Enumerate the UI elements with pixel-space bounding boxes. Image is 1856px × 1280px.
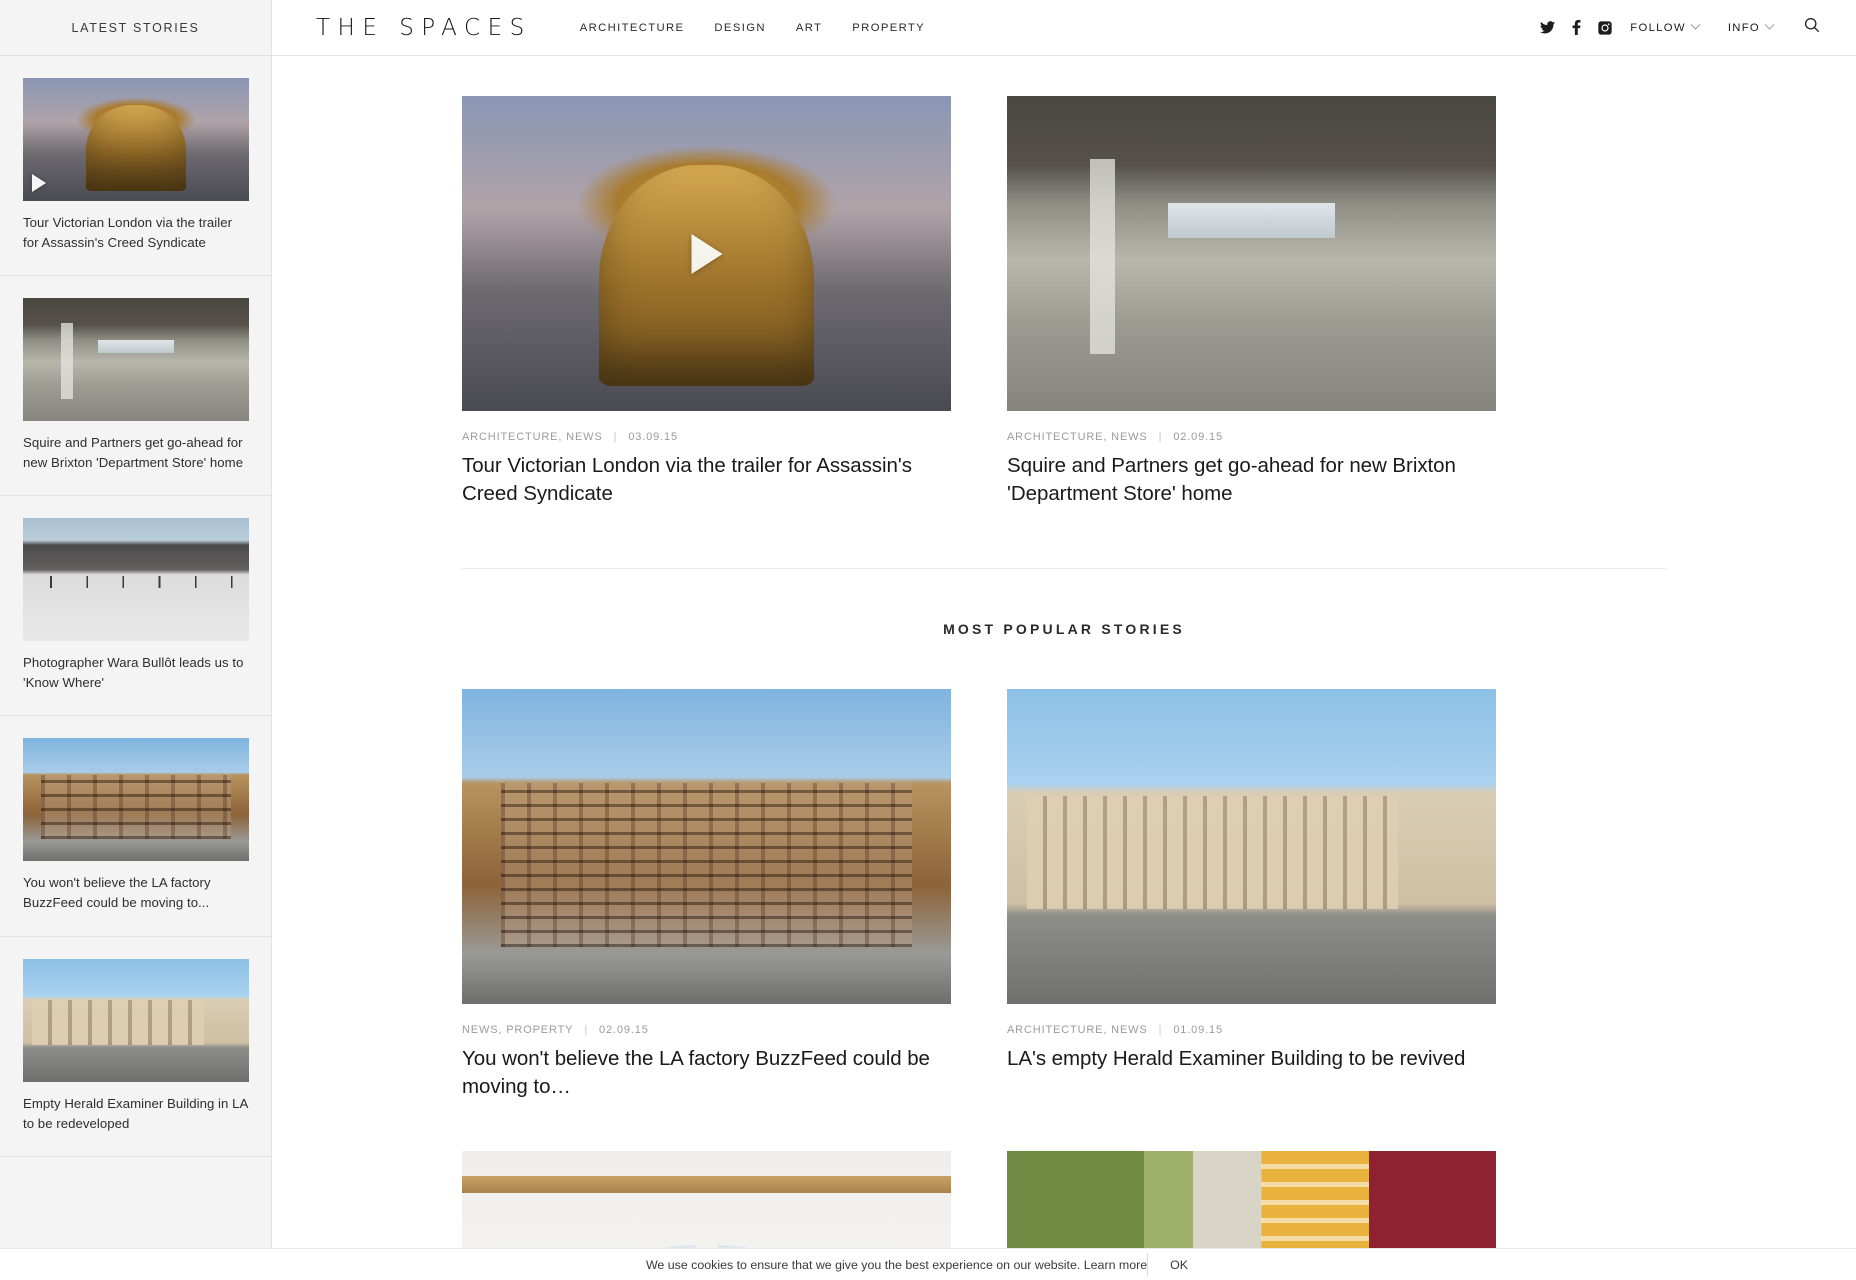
story-image[interactable] (462, 96, 951, 411)
sidebar-thumbnail[interactable] (23, 518, 249, 642)
sidebar-story-title[interactable]: You won't believe the LA factory BuzzFee… (23, 873, 248, 913)
brixton-empty-interior-thumbnail (23, 298, 249, 422)
site-header: THE SPACES ARCHITECTURE DESIGN ART PROPERTY… (272, 0, 1856, 56)
main-content: ARCHITECTURE, NEWS | 03.09.15 Tour Victoria… (272, 56, 1856, 1280)
latest-stories-sidebar: LATEST STORIES Tour Victorian London via… (0, 0, 272, 1280)
sidebar-story-title[interactable]: Squire and Partners get go-ahead for new… (23, 433, 248, 473)
sidebar-story-list: Tour Victorian London via the trailer fo… (0, 56, 271, 1157)
la-factory-buzzfeed-hero (462, 688, 951, 1004)
cookie-consent-bar: We use cookies to ensure that we give yo… (0, 1248, 1856, 1280)
header-right-tools: FOLLOW INFO (1539, 17, 1820, 38)
twitter-icon[interactable] (1539, 20, 1555, 36)
nav-item-art[interactable]: ART (796, 22, 822, 34)
story-card[interactable]: ARCHITECTURE, NEWS | 03.09.15 Tour Victoria… (462, 96, 951, 509)
story-categories[interactable]: ARCHITECTURE, NEWS (462, 431, 603, 443)
story-card[interactable]: ARCHITECTURE, NEWS | 01.09.15 LA's empty He… (1007, 688, 1496, 1102)
herald-examiner-building-thumbnail (23, 958, 249, 1082)
story-meta: ARCHITECTURE, NEWS | 02.09.15 (1007, 431, 1496, 443)
cookie-ok-button[interactable]: OK (1147, 1252, 1210, 1277)
story-image[interactable] (1007, 96, 1496, 411)
search-icon[interactable] (1804, 17, 1820, 38)
nav-item-design[interactable]: DESIGN (714, 22, 765, 34)
brixton-empty-interior-hero (1007, 96, 1496, 411)
sidebar-story-title[interactable]: Empty Herald Examiner Building in LA to … (23, 1094, 248, 1134)
sidebar-thumbnail[interactable] (23, 78, 249, 201)
sidebar-story-item[interactable]: Squire and Partners get go-ahead for new… (0, 276, 271, 497)
herald-examiner-building-hero (1007, 688, 1496, 1004)
sidebar-story-item[interactable]: Photographer Wara Bullôt leads us to 'Kn… (0, 496, 271, 717)
story-date: 03.09.15 (628, 431, 678, 443)
story-headline[interactable]: You won't believe the LA factory BuzzFee… (462, 1045, 951, 1102)
sidebar-header: LATEST STORIES (0, 0, 271, 56)
story-headline[interactable]: LA's empty Herald Examiner Building to b… (1007, 1045, 1496, 1073)
story-categories[interactable]: ARCHITECTURE, NEWS (1007, 1024, 1148, 1036)
story-meta: NEWS, PROPERTY | 02.09.15 (462, 1024, 951, 1036)
sidebar-story-item[interactable]: You won't believe the LA factory BuzzFee… (0, 716, 271, 937)
section-divider (462, 567, 1666, 569)
sidebar-story-item[interactable]: Empty Herald Examiner Building in LA to … (0, 937, 271, 1157)
story-date: 01.09.15 (1173, 1023, 1223, 1036)
meta-separator: | (584, 1023, 589, 1036)
story-headline[interactable]: Squire and Partners get go-ahead for new… (1007, 452, 1496, 509)
story-meta: ARCHITECTURE, NEWS | 01.09.15 (1007, 1024, 1496, 1036)
chevron-down-icon (1764, 19, 1775, 30)
la-factory-buzzfeed-thumbnail (23, 738, 249, 862)
assassins-creed-dome-thumbnail (23, 78, 249, 201)
meta-separator: | (1158, 1023, 1163, 1036)
meta-separator: | (613, 431, 618, 443)
sidebar-story-title[interactable]: Tour Victorian London via the trailer fo… (23, 213, 248, 253)
follow-label: FOLLOW (1630, 21, 1686, 34)
sidebar-story-item[interactable]: Tour Victorian London via the trailer fo… (0, 56, 271, 277)
sidebar-header-label: LATEST STORIES (71, 20, 200, 35)
story-date: 02.09.15 (599, 1023, 649, 1036)
chevron-down-icon (1690, 19, 1701, 30)
play-icon[interactable] (32, 174, 46, 192)
sidebar-thumbnail[interactable] (23, 738, 249, 862)
story-headline[interactable]: Tour Victorian London via the trailer fo… (462, 452, 951, 509)
story-card[interactable]: NEWS, PROPERTY | 02.09.15 You won't believe… (462, 688, 951, 1102)
nav-item-architecture[interactable]: ARCHITECTURE (580, 22, 685, 34)
story-meta: ARCHITECTURE, NEWS | 03.09.15 (462, 431, 951, 443)
info-label: INFO (1727, 21, 1760, 34)
top-stories-grid: ARCHITECTURE, NEWS | 03.09.15 Tour Victoria… (272, 96, 1856, 509)
most-popular-grid: NEWS, PROPERTY | 02.09.15 You won't believe… (272, 688, 1856, 1102)
sidebar-story-title[interactable]: Photographer Wara Bullôt leads us to 'Kn… (23, 653, 248, 693)
story-categories[interactable]: NEWS, PROPERTY (462, 1024, 573, 1036)
follow-dropdown[interactable]: FOLLOW (1630, 19, 1701, 34)
know-where-landscape-thumbnail (23, 518, 249, 642)
play-icon[interactable] (691, 233, 722, 274)
most-popular-section-title: MOST POPULAR STORIES (943, 620, 1185, 637)
sidebar-thumbnail[interactable] (23, 298, 249, 422)
facebook-icon[interactable] (1568, 20, 1584, 36)
info-dropdown[interactable]: INFO (1727, 19, 1775, 34)
meta-separator: | (1158, 431, 1163, 443)
story-image[interactable] (462, 688, 951, 1004)
cookie-message: We use cookies to ensure that we give yo… (645, 1257, 1148, 1272)
story-image[interactable] (1007, 688, 1496, 1004)
sidebar-thumbnail[interactable] (23, 958, 249, 1082)
primary-navigation: ARCHITECTURE DESIGN ART PROPERTY (580, 22, 925, 34)
instagram-icon[interactable] (1597, 20, 1613, 36)
story-card[interactable]: ARCHITECTURE, NEWS | 02.09.15 Squire and Pa… (1007, 96, 1496, 509)
story-date: 02.09.15 (1173, 431, 1223, 443)
site-logo[interactable]: THE SPACES (316, 15, 532, 41)
nav-item-property[interactable]: PROPERTY (852, 22, 925, 34)
story-categories[interactable]: ARCHITECTURE, NEWS (1007, 431, 1148, 443)
